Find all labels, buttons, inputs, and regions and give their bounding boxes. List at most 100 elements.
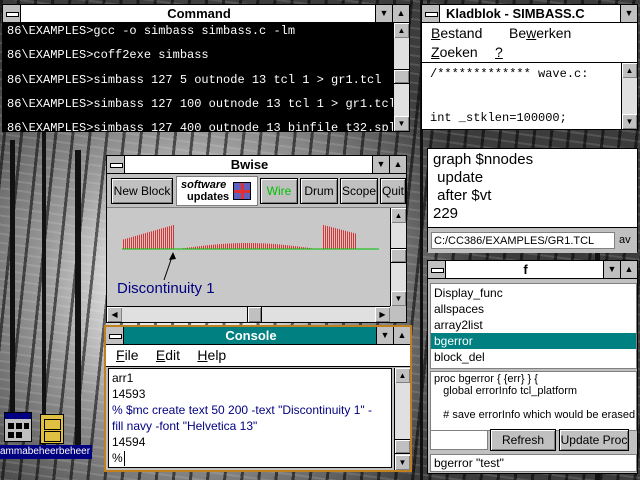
scroll-down-icon[interactable]: ▼: [394, 116, 409, 131]
signal-bar: [205, 245, 206, 249]
proc-list-item[interactable]: Display_func: [431, 285, 636, 301]
scroll-up-icon[interactable]: ▲: [394, 23, 409, 38]
minimize-icon[interactable]: ▼: [603, 261, 620, 278]
scroll-up-icon[interactable]: ▲: [395, 368, 410, 383]
text-cursor: [124, 451, 125, 466]
proc-name-input[interactable]: [430, 430, 488, 450]
scroll-down-icon[interactable]: ▼: [391, 291, 406, 306]
signal-bar: [131, 237, 132, 249]
menu-bestand[interactable]: Bestand: [424, 23, 489, 43]
console-output[interactable]: arr1 14593 % $mc create text 50 200 -tex…: [108, 368, 392, 468]
scroll-thumb[interactable]: [247, 307, 262, 322]
kladblok-titlebar[interactable]: Kladblok - SIMBASS.C ▼: [422, 5, 637, 23]
console-window[interactable]: Console ▼ ▲ File Edit Help arr1 14593 % …: [104, 325, 412, 472]
scroll-thumb[interactable]: [395, 439, 410, 454]
scope-button[interactable]: Scope: [340, 178, 378, 204]
proc-code[interactable]: proc bgerror { {err} } { global errorInf…: [430, 371, 637, 431]
signal-bar: [167, 226, 168, 249]
maximize-icon[interactable]: ▲: [389, 156, 406, 173]
bwise-canvas[interactable]: Discontinuity 1: [107, 208, 390, 306]
signal-bar: [233, 243, 234, 249]
command-window[interactable]: Command ▼ ▲ 86\EXAMPLES>gcc -o simbass s…: [2, 4, 410, 132]
signal-bar: [251, 243, 252, 249]
menu-edit[interactable]: Edit: [149, 345, 187, 365]
bwise-window[interactable]: Bwise ▼ ▲ New Block software updates Wir…: [106, 155, 407, 323]
signal-bar: [253, 243, 254, 249]
proc-list-item[interactable]: allspaces: [431, 301, 636, 317]
minimize-icon[interactable]: ▼: [620, 5, 637, 22]
graph-window[interactable]: graph $nnodes update after $vt 229 C:/CC…: [427, 148, 638, 253]
signal-bar: [283, 244, 284, 249]
signal-bar: [207, 245, 208, 249]
update-proc-button[interactable]: Update Proc: [559, 429, 629, 451]
system-menu-icon[interactable]: [422, 5, 440, 22]
kladblok-editor[interactable]: /************* wave.c: int _stklen=10000…: [422, 63, 621, 129]
menu-file[interactable]: File: [109, 345, 146, 365]
menu-help[interactable]: ?: [488, 42, 510, 62]
new-block-button[interactable]: New Block: [111, 178, 173, 204]
bwise-vscrollbar[interactable]: ▲ ▼: [390, 208, 406, 306]
scroll-up-icon[interactable]: ▲: [391, 208, 406, 223]
maximize-icon[interactable]: ▲: [392, 5, 409, 22]
proc-list-item[interactable]: array2list: [431, 317, 636, 333]
system-menu-icon[interactable]: [106, 327, 124, 344]
signal-bar: [147, 232, 148, 249]
scroll-down-icon[interactable]: ▼: [395, 455, 410, 470]
signal-bar: [223, 243, 224, 249]
proc-list-item[interactable]: block_del: [431, 349, 636, 365]
signal-bar: [157, 229, 158, 249]
graph-path: C:/CC386/EXAMPLES/GR1.TCL: [431, 232, 615, 249]
desktop-icon-label[interactable]: ammabeheerbeheer: [0, 445, 92, 459]
minimize-icon[interactable]: ▼: [372, 156, 389, 173]
scroll-thumb[interactable]: [394, 69, 409, 84]
signal-bar: [271, 243, 272, 249]
menu-help[interactable]: Help: [190, 345, 233, 365]
command-titlebar[interactable]: Command ▼ ▲: [3, 5, 409, 23]
drum-button[interactable]: Drum: [300, 178, 338, 204]
console-titlebar[interactable]: Console ▼ ▲: [106, 327, 410, 345]
proc-list-item-selected[interactable]: bgerror: [431, 333, 636, 349]
kladblok-scrollbar[interactable]: ▲ ▼: [621, 63, 637, 129]
system-menu-icon[interactable]: [3, 5, 21, 22]
signal-bar: [241, 243, 242, 249]
maximize-icon[interactable]: ▲: [620, 261, 637, 278]
signal-bar: [345, 230, 346, 249]
minimize-icon[interactable]: ▼: [376, 327, 393, 344]
console-line: fill navy -font "Helvetica 13": [112, 419, 258, 433]
scroll-right-icon[interactable]: ▶: [375, 307, 390, 322]
bwise-hscrollbar[interactable]: ◀ ▶: [107, 306, 390, 322]
system-menu-icon[interactable]: [428, 261, 446, 278]
wire-button[interactable]: Wire: [260, 178, 298, 204]
signal-bar: [259, 243, 260, 249]
maximize-icon[interactable]: ▲: [393, 327, 410, 344]
bwise-titlebar[interactable]: Bwise ▼ ▲: [107, 156, 406, 174]
minimize-icon[interactable]: ▼: [375, 5, 392, 22]
scroll-down-icon[interactable]: ▼: [622, 114, 637, 129]
system-menu-icon[interactable]: [107, 156, 125, 173]
console-scrollbar[interactable]: ▲ ▼: [394, 368, 410, 470]
proc-list[interactable]: Display_func allspaces array2list bgerro…: [430, 283, 637, 369]
scroll-left-icon[interactable]: ◀: [107, 307, 122, 322]
procs-titlebar[interactable]: f ▼ ▲: [428, 261, 637, 279]
procs-window[interactable]: f ▼ ▲ Display_func allspaces array2list …: [427, 260, 638, 474]
desktop-icon-program-manager[interactable]: [2, 410, 36, 446]
signal-bar: [237, 243, 238, 249]
graph-text[interactable]: graph $nnodes update after $vt 229: [428, 149, 637, 227]
desktop-icon-file-manager[interactable]: [38, 412, 66, 444]
scroll-thumb[interactable]: [391, 248, 406, 263]
command-output[interactable]: 86\EXAMPLES>gcc -o simbass simbass.c -lm…: [3, 23, 393, 131]
signal-bar: [325, 225, 326, 249]
signal-bar: [285, 245, 286, 249]
menu-zoeken[interactable]: Zoeken: [424, 42, 485, 62]
signal-bar: [213, 244, 214, 249]
quit-button[interactable]: Quit: [380, 178, 406, 204]
refresh-list-button[interactable]: Refresh List: [490, 429, 556, 467]
command-scrollbar[interactable]: ▲ ▼: [393, 23, 409, 131]
menu-bewerken[interactable]: Bewerken: [502, 23, 578, 43]
software-updates-logo[interactable]: software updates: [176, 176, 258, 206]
signal-bar: [269, 243, 270, 249]
scroll-up-icon[interactable]: ▲: [622, 63, 637, 78]
kladblok-window[interactable]: Kladblok - SIMBASS.C ▼ Bestand Bewerken …: [421, 4, 638, 130]
signal-bar: [245, 243, 246, 249]
proc-command-input[interactable]: bgerror "test": [430, 454, 637, 472]
